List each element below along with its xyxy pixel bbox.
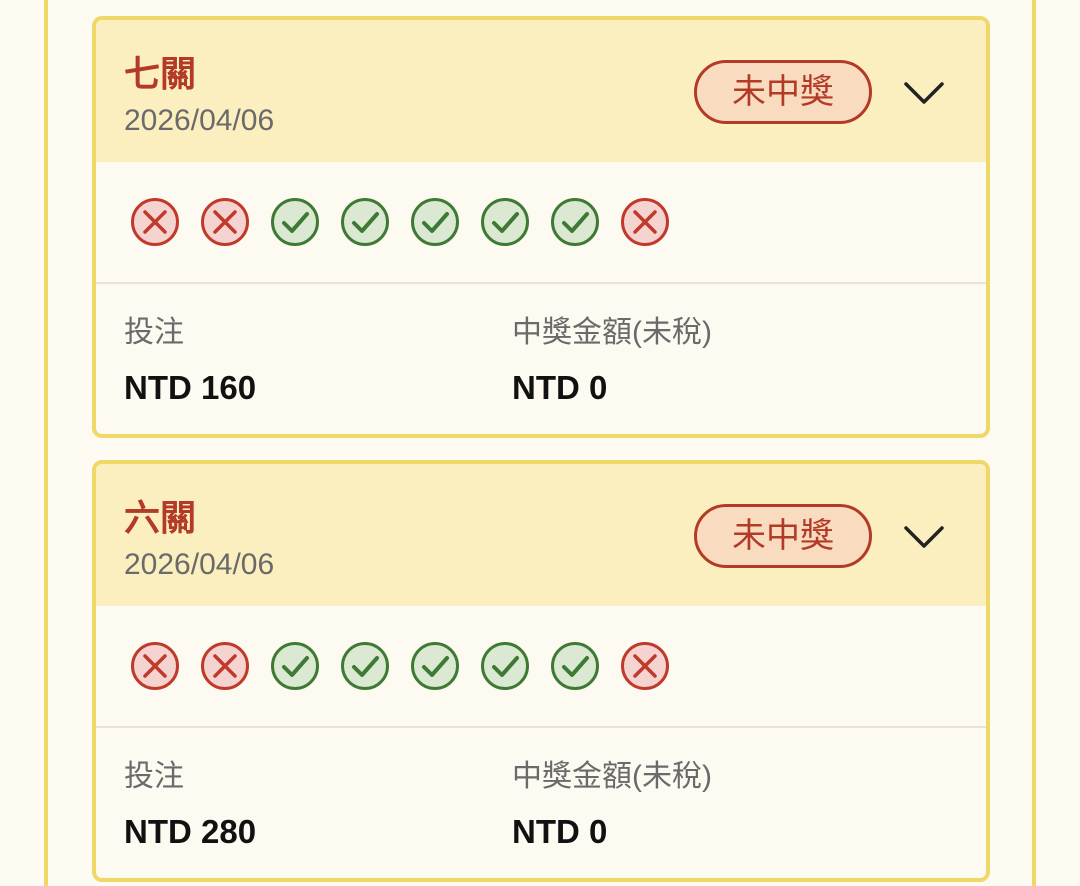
amounts-section: 投注 NTD 160 中獎金額(未稅) NTD 0 [96, 284, 986, 434]
card-title: 七關 [124, 53, 197, 94]
result-icons [130, 641, 670, 691]
bet-card: 六關 2026/04/06 未中獎 投注 NTD 280 中獎金額(未稅) NT… [92, 460, 990, 882]
prize-value: NTD 0 [512, 813, 608, 850]
card-header[interactable]: 六關 2026/04/06 未中獎 [96, 464, 986, 606]
x-circle-icon [201, 198, 249, 246]
check-circle-icon [481, 198, 529, 246]
prize-label: 中獎金額(未稅) [512, 760, 712, 793]
bet-label: 投注 [124, 316, 184, 349]
card-date: 2026/04/06 [124, 104, 275, 137]
bet-value: NTD 280 [124, 813, 257, 850]
bet-label: 投注 [124, 760, 184, 793]
card-date: 2026/04/06 [124, 548, 275, 581]
status-badge: 未中獎 [694, 60, 872, 124]
check-circle-icon [271, 198, 319, 246]
x-circle-icon [131, 198, 179, 246]
check-circle-icon [481, 642, 529, 690]
prize-label: 中獎金額(未稅) [512, 316, 712, 349]
check-circle-icon [551, 198, 599, 246]
results-row [96, 162, 986, 284]
check-circle-icon [341, 198, 389, 246]
x-circle-icon [201, 642, 249, 690]
card-title: 六關 [124, 497, 197, 538]
card-header[interactable]: 七關 2026/04/06 未中獎 [96, 20, 986, 162]
check-circle-icon [341, 642, 389, 690]
chevron-down-icon[interactable] [898, 512, 950, 564]
check-circle-icon [411, 642, 459, 690]
prize-value: NTD 0 [512, 369, 608, 406]
status-badge: 未中獎 [694, 504, 872, 568]
chevron-down-icon[interactable] [898, 68, 950, 120]
check-circle-icon [551, 642, 599, 690]
check-circle-icon [271, 642, 319, 690]
x-circle-icon [621, 642, 669, 690]
bet-card: 七關 2026/04/06 未中獎 投注 NTD 160 中獎金額(未稅) NT… [92, 16, 990, 438]
check-circle-icon [411, 198, 459, 246]
bet-value: NTD 160 [124, 369, 257, 406]
x-circle-icon [131, 642, 179, 690]
amounts-section: 投注 NTD 280 中獎金額(未稅) NTD 0 [96, 728, 986, 878]
result-icons [130, 197, 670, 247]
x-circle-icon [621, 198, 669, 246]
results-row [96, 606, 986, 728]
